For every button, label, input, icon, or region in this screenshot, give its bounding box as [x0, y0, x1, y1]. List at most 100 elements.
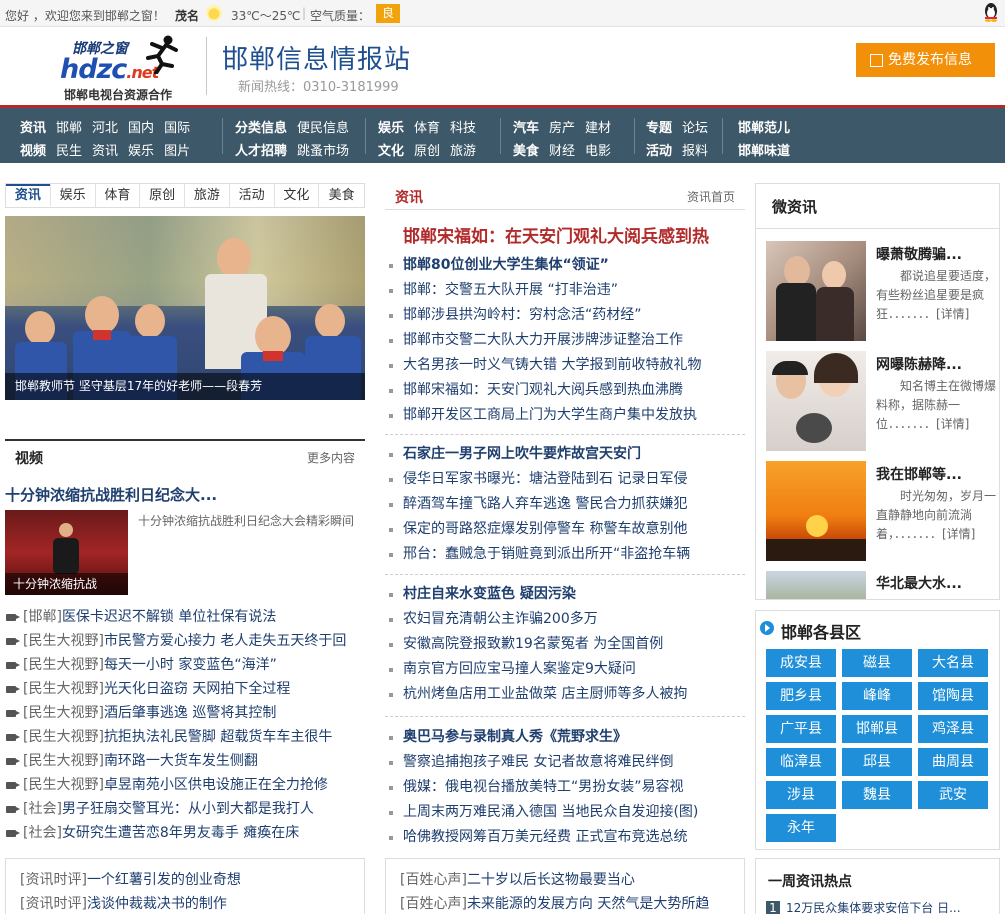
list-item[interactable]: 石家庄一男子网上吹牛要炸故宫天安门 [385, 442, 745, 467]
tab-travel[interactable]: 旅游 [185, 184, 230, 207]
list-item[interactable]: 保定的哥路怒症爆发别停警车 称警车故意别他 [385, 517, 745, 542]
nav-item[interactable]: 资讯 [92, 144, 118, 159]
list-item[interactable]: 邯郸宋福如：天安门观礼大阅兵感到热血沸腾 [385, 378, 745, 403]
nav-item[interactable]: 邯郸 [56, 121, 82, 136]
list-item[interactable]: [百姓心声]二十岁以后长这物最要当心 [400, 869, 635, 889]
tab-sports[interactable]: 体育 [96, 184, 141, 207]
list-item[interactable]: [民生大视野]卓昱南苑小区供电设施正在全力抢修 [5, 774, 365, 798]
weather-city[interactable]: 茂名 [175, 7, 199, 24]
list-item[interactable]: [百姓心声]未来能源的发展方向 天然气是大势所趋 [400, 893, 709, 913]
list-item[interactable]: [民生大视野]抗拒执法礼民警脚 超载货车车主很牛 [5, 726, 365, 750]
micro-news-item[interactable]: 曝萧敬腾骗... 都说追星要适度，有些粉丝追星要是疯狂．．．．．．．[详情] [766, 241, 996, 341]
nav-item[interactable]: 汽车 [513, 121, 539, 136]
nav-item[interactable]: 美食 [513, 144, 539, 159]
nav-item[interactable]: 人才招聘 [235, 144, 287, 159]
list-item[interactable]: 邯郸80位创业大学生集体“领证” [385, 253, 745, 278]
county-link[interactable]: 邱县 [842, 748, 912, 776]
publish-info-button[interactable]: 免费发布信息 [856, 43, 995, 77]
more-videos-link[interactable]: 更多内容 [307, 449, 355, 466]
feature-photo[interactable]: 邯郸教师节 坚守基层17年的好老师——段春芳 [5, 216, 365, 400]
county-link[interactable]: 曲周县 [918, 748, 988, 776]
list-item[interactable]: 警察追捕抱孩子难民 女记者故意将难民绊倒 [385, 750, 745, 775]
micro-news-item[interactable]: 我在邯郸等... 时光匆匆，岁月一直静静地向前流淌着，．．．．．．．[详情] [766, 461, 996, 561]
list-item[interactable]: 邯郸涉县拱沟岭村：穷村念活“药材经” [385, 303, 745, 328]
list-item[interactable]: [民生大视野]南环路一大货车发生侧翻 [5, 750, 365, 774]
list-item[interactable]: [民生大视野]酒后肇事逃逸 巡警将其控制 [5, 702, 365, 726]
list-item[interactable]: 奥巴马参与录制真人秀《荒野求生》 [385, 725, 745, 750]
list-item[interactable]: 安徽高院登报致歉19名蒙冤者 为全国首例 [385, 632, 745, 657]
tab-events[interactable]: 活动 [230, 184, 275, 207]
qq-penguin-icon[interactable] [983, 2, 999, 22]
nav-item[interactable]: 活动 [646, 144, 672, 159]
nav-item[interactable]: 科技 [450, 121, 476, 136]
nav-item[interactable]: 论坛 [682, 121, 708, 136]
county-link[interactable]: 馆陶县 [918, 682, 988, 710]
county-link[interactable]: 成安县 [766, 649, 836, 677]
nav-item[interactable]: 房产 [549, 121, 575, 136]
nav-item[interactable]: 资讯 [20, 121, 46, 136]
list-item[interactable]: [邯郸]医保卡迟迟不解锁 单位社保有说法 [5, 606, 365, 630]
tab-entertainment[interactable]: 娱乐 [51, 184, 96, 207]
site-logo[interactable]: 邯郸之窗 hdzc.net 邯郸电视台资源合作 [60, 34, 190, 102]
nav-item[interactable]: 专题 [646, 121, 672, 136]
list-item[interactable]: 醉酒驾车撞飞路人弃车逃逸 警民合力抓获嫌犯 [385, 492, 745, 517]
nav-item[interactable]: 国内 [128, 121, 154, 136]
county-link[interactable]: 武安 [918, 781, 988, 809]
nav-item[interactable]: 便民信息 [297, 121, 349, 136]
nav-item[interactable]: 邯郸范儿 [738, 121, 790, 136]
county-link[interactable]: 永年 [766, 814, 836, 842]
list-item[interactable]: 俄媒：俄电视台播放美特工“男扮女装”易容视 [385, 775, 745, 800]
list-item[interactable]: 上周末两万难民涌入德国 当地民众自发迎接(图) [385, 800, 745, 825]
list-item[interactable]: 哈佛教授网筹百万美元经费 正式宣布竞选总统 [385, 825, 745, 850]
nav-item[interactable]: 体育 [414, 121, 440, 136]
county-link[interactable]: 魏县 [842, 781, 912, 809]
nav-item[interactable]: 旅游 [450, 144, 476, 159]
nav-item[interactable]: 娱乐 [378, 121, 404, 136]
nav-item[interactable]: 图片 [164, 144, 190, 159]
micro-news-item[interactable]: 网曝陈赫降... 知名博主在微博爆料称，据陈赫一位．．．．．．．[详情] [766, 351, 996, 451]
tab-food[interactable]: 美食 [319, 184, 364, 207]
list-item[interactable]: 村庄自来水变蓝色 疑因污染 [385, 582, 745, 607]
list-item[interactable]: [民生大视野]每天一小时 家变蓝色“海洋” [5, 654, 365, 678]
list-item[interactable]: [资讯时评]浅谈仲裁裁决书的制作 [20, 893, 227, 913]
list-item[interactable]: [社会]女研究生遭苦恋8年男友毒手 瘫痪在床 [5, 822, 365, 846]
nav-item[interactable]: 建材 [585, 121, 611, 136]
county-link[interactable]: 峰峰 [842, 682, 912, 710]
video-thumbnail[interactable]: 十分钟浓缩抗战 [5, 510, 128, 595]
nav-item[interactable]: 民生 [56, 144, 82, 159]
tab-news[interactable]: 资讯 [6, 184, 51, 207]
nav-item[interactable]: 河北 [92, 121, 118, 136]
nav-item[interactable]: 国际 [164, 121, 190, 136]
county-link[interactable]: 临漳县 [766, 748, 836, 776]
county-link[interactable]: 大名县 [918, 649, 988, 677]
nav-item[interactable]: 邯郸味道 [738, 144, 790, 159]
nav-item[interactable]: 报料 [682, 144, 708, 159]
list-item[interactable]: 邯郸市交警二大队大力开展涉牌涉证整治工作 [385, 328, 745, 353]
list-item[interactable]: 农妇冒充清朝公主诈骗200多万 [385, 607, 745, 632]
list-item[interactable]: [社会]男子狂扇交警耳光：从小到大都是我打人 [5, 798, 365, 822]
list-item[interactable]: 邢台：蠢贼急于销赃竟到派出所开“非盗抢车辆 [385, 542, 745, 567]
list-item[interactable]: [资讯时评]一个红薯引发的创业奇想 [20, 869, 241, 889]
county-link[interactable]: 邯郸县 [842, 715, 912, 743]
county-link[interactable]: 鸡泽县 [918, 715, 988, 743]
nav-item[interactable]: 跳蚤市场 [297, 144, 349, 159]
list-item[interactable]: 邯郸：交警五大队开展 “打非治违” [385, 278, 745, 303]
nav-item[interactable]: 视频 [20, 144, 46, 159]
nav-item[interactable]: 财经 [549, 144, 575, 159]
tab-original[interactable]: 原创 [140, 184, 185, 207]
list-item[interactable]: 1 12万民众集体要求安倍下台 日... [766, 899, 961, 914]
list-item[interactable]: 大名男孩一时义气铸大错 大学报到前收特赦礼物 [385, 353, 745, 378]
news-home-link[interactable]: 资讯首页 [687, 188, 735, 205]
list-item[interactable]: [民生大视野]光天化日盗窃 天网拍下全过程 [5, 678, 365, 702]
nav-item[interactable]: 电影 [585, 144, 611, 159]
county-link[interactable]: 肥乡县 [766, 682, 836, 710]
county-link[interactable]: 广平县 [766, 715, 836, 743]
tab-culture[interactable]: 文化 [275, 184, 320, 207]
list-item[interactable]: 杭州烤鱼店用工业盐做菜 店主厨师等多人被拘 [385, 682, 745, 707]
list-item[interactable]: [民生大视野]市民警方爱心接力 老人走失五天终于回 [5, 630, 365, 654]
top-headline[interactable]: 邯郸宋福如：在天安门观礼大阅兵感到热 [403, 222, 709, 247]
feature-caption[interactable]: 邯郸教师节 坚守基层17年的好老师——段春芳 [5, 373, 365, 400]
nav-item[interactable]: 分类信息 [235, 121, 287, 136]
video-headline[interactable]: 十分钟浓缩抗战胜利日纪念大... [5, 484, 217, 505]
list-item[interactable]: 侵华日军家书曝光：塘沽登陆到石 记录日军侵 [385, 467, 745, 492]
